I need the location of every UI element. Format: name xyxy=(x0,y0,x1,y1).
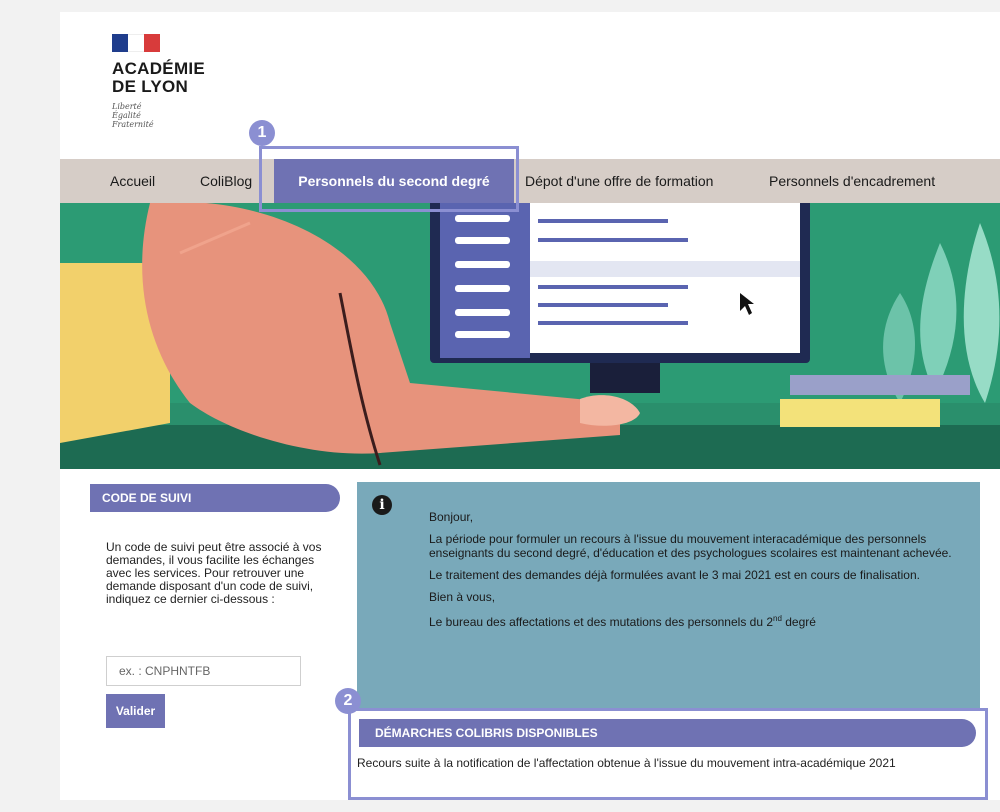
hero-illustration xyxy=(60,203,1000,469)
main-nav: Accueil ColiBlog Personnels du second de… xyxy=(60,159,1000,203)
motto-fraternite: Fraternité xyxy=(112,120,154,129)
nav-item-depot-offre-formation[interactable]: Dépot d'une offre de formation xyxy=(525,159,713,203)
nav-item-personnels-encadrement[interactable]: Personnels d'encadrement xyxy=(769,159,935,203)
info-signature: Le bureau des affectations et des mutati… xyxy=(429,612,964,629)
info-closing: Bien à vous, xyxy=(429,590,496,604)
valider-button[interactable]: Valider xyxy=(106,694,165,728)
republic-motto: Liberté Égalité Fraternité xyxy=(112,102,205,129)
motto-egalite: Égalité xyxy=(112,111,141,120)
code-suivi-heading: CODE DE SUIVI xyxy=(90,484,340,512)
info-message-box: i Bonjour, La période pour formuler un r… xyxy=(357,482,980,708)
logo-title-line2: DE LYON xyxy=(112,77,189,96)
site-logo[interactable]: ACADÉMIE DE LYON Liberté Égalité Fratern… xyxy=(112,34,205,129)
info-paragraph-1: La période pour formuler un recours à l'… xyxy=(429,532,952,560)
page: ACADÉMIE DE LYON Liberté Égalité Fratern… xyxy=(60,12,1000,800)
info-message-body: Bonjour, La période pour formuler un rec… xyxy=(429,510,964,637)
demarche-recours-link[interactable]: Recours suite à la notification de l'aff… xyxy=(357,756,977,770)
demarches-heading: DÉMARCHES COLIBRIS DISPONIBLES xyxy=(359,719,976,747)
info-greeting: Bonjour, xyxy=(429,510,474,524)
logo-title: ACADÉMIE DE LYON xyxy=(112,60,205,96)
code-suivi-description: Un code de suivi peut être associé à vos… xyxy=(106,540,322,606)
info-signature-prefix: Le bureau des affectations et des mutati… xyxy=(429,615,774,629)
republique-flag-icon xyxy=(112,34,160,52)
annotation-badge-2: 2 xyxy=(335,688,361,714)
nav-item-personnels-second-degre[interactable]: Personnels du second degré xyxy=(274,159,514,203)
motto-liberte: Liberté xyxy=(112,102,142,111)
nav-item-accueil[interactable]: Accueil xyxy=(110,159,155,203)
logo-title-line1: ACADÉMIE xyxy=(112,59,206,78)
info-paragraph-2: Le traitement des demandes déjà formulée… xyxy=(429,568,920,582)
code-suivi-input[interactable] xyxy=(106,656,301,686)
nav-item-coliblog[interactable]: ColiBlog xyxy=(200,159,252,203)
annotation-badge-1: 1 xyxy=(249,120,275,146)
info-signature-suffix: degré xyxy=(781,615,816,629)
hero-banner xyxy=(60,203,1000,469)
info-circle-icon: i xyxy=(372,495,392,515)
info-signature-sup: nd xyxy=(773,614,782,623)
